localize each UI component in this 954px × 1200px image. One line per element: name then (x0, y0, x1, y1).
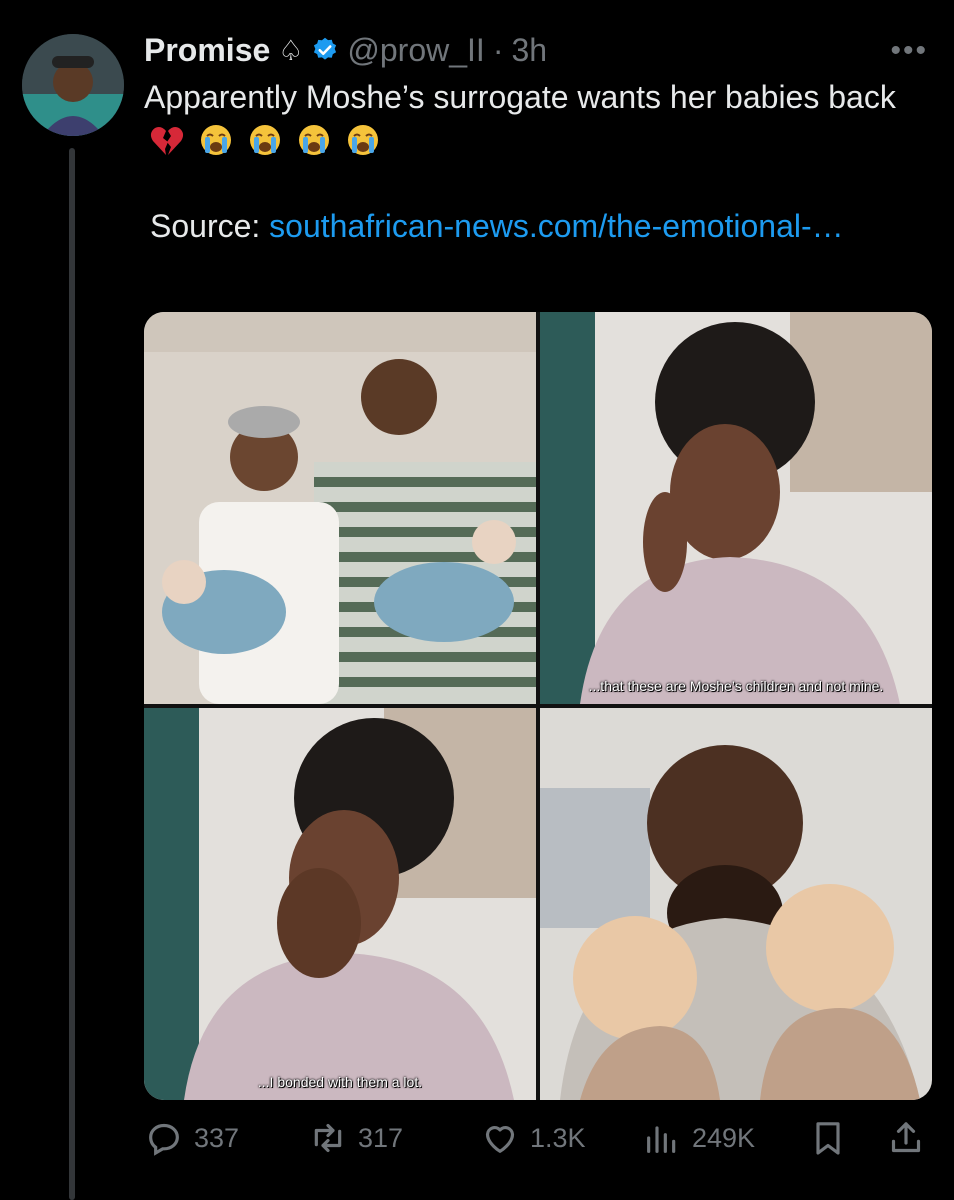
avatar-photo (22, 34, 124, 136)
repost-count: 317 (358, 1122, 404, 1153)
caption-top-right: ...that these are Moshe’s children and n… (588, 678, 884, 694)
separator-dot: · (492, 31, 504, 68)
repost-icon (314, 1123, 342, 1153)
views-button[interactable]: 249K (642, 1118, 755, 1158)
verified-badge-icon[interactable] (311, 36, 339, 64)
tweet-body: Apparently Moshe’s surrogate wants her b… (144, 76, 924, 248)
tweet-header: Promise ♤ @prow_II · 3h (144, 28, 547, 72)
media-photo-father-twins[interactable] (540, 708, 932, 1100)
reply-count: 337 (194, 1122, 240, 1153)
tweet-time[interactable]: 3h (511, 32, 547, 69)
author-name[interactable]: Promise (144, 32, 270, 69)
source-link[interactable]: southafrican-news.com/the-emotional-… (269, 208, 843, 244)
photo-surrogate-covering-mouth (144, 708, 536, 1100)
media-photo-family[interactable] (144, 312, 536, 704)
spade-icon: ♤ (278, 34, 304, 66)
views-count: 249K (692, 1122, 756, 1153)
bookmark-icon (816, 1122, 840, 1155)
emoji-row (144, 122, 380, 158)
crying-face-icon (347, 125, 378, 155)
media-photo-surrogate-2[interactable]: ...I bonded with them a lot. (144, 708, 536, 1100)
bookmark-button[interactable] (808, 1118, 848, 1158)
broken-heart-icon (150, 127, 184, 155)
source-line: Source: southafrican-news.com/the-emotio… (144, 205, 924, 248)
tweet-actions: 337 317 1.3K 249K (144, 1118, 934, 1162)
share-icon (891, 1122, 921, 1153)
tweet-text: Apparently Moshe’s surrogate wants her b… (144, 79, 896, 115)
more-options-icon[interactable]: ••• (890, 34, 928, 68)
media-grid[interactable]: ...that these are Moshe’s children and n… (144, 312, 932, 1100)
crying-face-icon (298, 125, 329, 155)
heart-icon (485, 1126, 515, 1153)
source-label: Source: (150, 208, 261, 244)
author-handle[interactable]: @prow_II (347, 32, 484, 69)
caption-bottom-left: ...I bonded with them a lot. (257, 1074, 423, 1090)
reply-button[interactable]: 337 (144, 1118, 239, 1158)
share-button[interactable] (886, 1118, 926, 1158)
author-avatar[interactable] (22, 34, 124, 136)
repost-button[interactable]: 317 (308, 1118, 403, 1158)
crying-face-icon (249, 125, 280, 155)
views-chart-icon (647, 1126, 676, 1153)
photo-surrogate-wiping-tear (540, 312, 932, 704)
photo-father-with-twins (540, 708, 932, 1100)
like-button[interactable]: 1.3K (480, 1118, 586, 1158)
thread-line (69, 148, 75, 1200)
like-count: 1.3K (530, 1122, 586, 1153)
tweet-text-line: Apparently Moshe’s surrogate wants her b… (144, 76, 924, 162)
reply-icon (149, 1123, 179, 1156)
media-photo-surrogate[interactable]: ...that these are Moshe’s children and n… (540, 312, 932, 704)
crying-face-icon (200, 125, 231, 155)
photo-family-with-babies (144, 312, 536, 704)
